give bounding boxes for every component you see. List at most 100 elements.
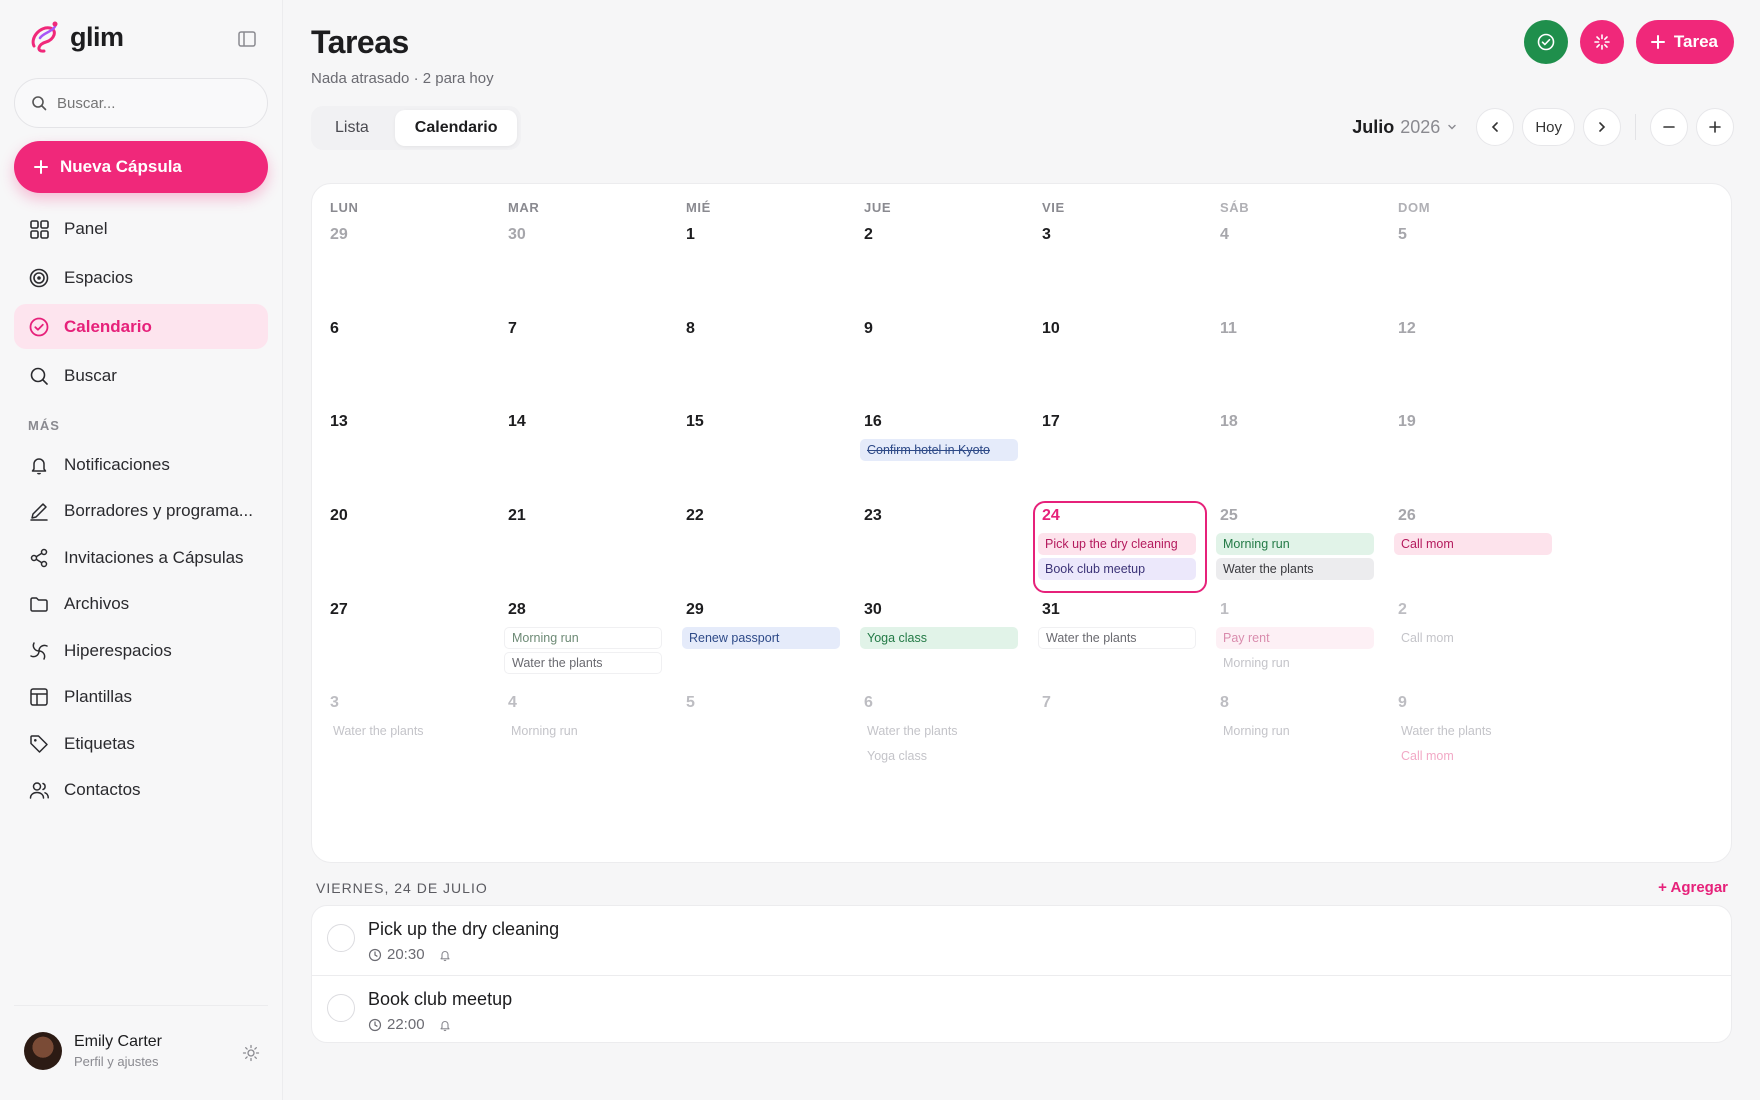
calendar-event[interactable]: Water the plants [326,720,484,742]
calendar-day-cell[interactable]: 19 [1380,405,1558,499]
calendar-day-cell[interactable]: 1 [668,218,846,312]
new-capsule-button[interactable]: Nueva Cápsula [14,141,268,193]
calendar-event[interactable]: Morning run [1216,720,1374,742]
month-selector[interactable]: Julio 2026 [1352,117,1458,138]
calendar-day-cell[interactable]: 4 Morning run [490,686,668,780]
sparkle-button[interactable] [1579,20,1624,64]
calendar-event[interactable]: Yoga class [860,627,1018,649]
calendar-event[interactable]: Water the plants [860,720,1018,742]
today-button[interactable]: Hoy [1522,108,1575,146]
calendar-event[interactable]: Water the plants [1216,557,1374,580]
tab-calendario[interactable]: Calendario [394,110,518,146]
calendar-event[interactable]: Confirm hotel in Kyoto [860,439,1018,461]
calendar-day-cell[interactable]: 9 [846,312,1024,406]
calendar-event[interactable]: Water the plants [1394,720,1552,742]
tab-lista[interactable]: Lista [315,110,389,146]
calendar-day-cell[interactable]: 23 [846,499,1024,593]
calendar-day-cell[interactable]: 25 Morning run Water the plants [1202,499,1380,593]
calendar-event[interactable]: Water the plants [1038,627,1196,649]
calendar-day-cell[interactable]: 13 [312,405,490,499]
agenda-task-row[interactable]: Book club meetup 22:00 [312,975,1731,1044]
calendar-day-cell[interactable]: 8 Morning run [1202,686,1380,780]
sidebar-item-etiquetas[interactable]: Etiquetas [14,722,268,765]
calendar-event[interactable]: Morning run [1216,533,1374,555]
calendar-day-cell[interactable]: 29 Renew passport [668,593,846,687]
complete-button[interactable] [1523,20,1568,64]
calendar-event[interactable]: Call mom [1394,627,1552,649]
task-checkbox[interactable] [327,994,355,1022]
calendar-day-cell[interactable]: 6 [312,312,490,406]
calendar-day-cell[interactable]: 30 Yoga class [846,593,1024,687]
profile-section[interactable]: Emily Carter Perfil y ajustes [14,1005,268,1095]
calendar-day-cell[interactable]: 12 [1380,312,1558,406]
sidebar-toggle-icon[interactable] [236,28,258,50]
sidebar-item-panel[interactable]: Panel [14,206,268,251]
calendar-day-cell[interactable]: 6 Water the plants Yoga class [846,686,1024,780]
zoom-in-button[interactable] [1696,108,1734,146]
search-box[interactable] [14,78,268,128]
sidebar-item-label: Notificaciones [64,454,170,474]
sidebar-item-contactos[interactable]: Contactos [14,769,268,812]
calendar-day-cell[interactable]: 28 Morning run Water the plants [490,593,668,687]
calendar-event[interactable]: Morning run [504,720,662,742]
next-month-button[interactable] [1583,108,1621,146]
sidebar-item-hiperespacios[interactable]: Hiperespacios [14,629,268,672]
avatar[interactable] [24,1031,62,1070]
calendar-day-cell[interactable]: 2 [846,218,1024,312]
calendar-event[interactable]: Renew passport [682,627,840,649]
task-checkbox[interactable] [327,924,355,952]
sidebar-item-notificaciones[interactable]: Notificaciones [14,443,268,486]
calendar-day-cell[interactable]: 20 [312,499,490,593]
calendar-day-cell[interactable]: 1 Pay rent Morning run [1202,593,1380,687]
calendar-day-cell[interactable]: 15 [668,405,846,499]
calendar-day-cell[interactable]: 18 [1202,405,1380,499]
prev-month-button[interactable] [1476,108,1515,146]
calendar-day-cell[interactable]: 5 [668,686,846,780]
calendar-event[interactable]: Morning run [504,627,662,649]
calendar-day-cell[interactable]: 31 Water the plants [1024,593,1202,687]
calendar-day-cell[interactable]: 27 [312,593,490,687]
sidebar-item-borradores-y-programa[interactable]: Borradores y programa... [14,490,268,533]
calendar-event[interactable]: Morning run [1216,652,1374,674]
day-number: 7 [508,320,517,337]
calendar-day-cell[interactable]: 2 Call mom [1380,593,1558,687]
sun-icon[interactable] [242,1044,260,1062]
agenda-task-row[interactable]: Pick up the dry cleaning 20:30 [312,906,1731,975]
calendar-day-cell[interactable]: 29 [312,218,490,312]
sidebar-item-espacios[interactable]: Espacios [14,255,268,300]
calendar-day-cell[interactable]: 14 [490,405,668,499]
search-input[interactable] [57,94,237,112]
sidebar-item-calendario[interactable]: Calendario [14,304,268,349]
calendar-day-cell[interactable]: 17 [1024,405,1202,499]
calendar-day-cell[interactable]: 21 [490,499,668,593]
add-task-link[interactable]: + Agregar [1658,879,1728,896]
calendar-day-cell[interactable]: 30 [490,218,668,312]
sidebar-item-plantillas[interactable]: Plantillas [14,676,268,719]
calendar-day-cell[interactable]: 16 Confirm hotel in Kyoto [846,405,1024,499]
sidebar-item-invitaciones-a-capsulas[interactable]: Invitaciones a Cápsulas [14,536,268,579]
calendar-day-cell[interactable]: 11 [1202,312,1380,406]
sidebar-item-buscar[interactable]: Buscar [14,353,268,398]
calendar-event[interactable]: Call mom [1394,533,1552,555]
calendar-day-cell[interactable]: 3 [1024,218,1202,312]
calendar-event[interactable]: Yoga class [860,745,1018,767]
calendar-day-cell[interactable]: 8 [668,312,846,406]
calendar-day-cell[interactable]: 4 [1202,218,1380,312]
bell-icon[interactable] [438,948,452,962]
calendar-day-cell[interactable]: 7 [490,312,668,406]
calendar-day-cell[interactable]: 7 [1024,686,1202,780]
calendar-day-cell[interactable]: 26 Call mom [1380,499,1558,593]
calendar-day-cell[interactable]: 22 [668,499,846,593]
calendar-day-cell[interactable]: 10 [1024,312,1202,406]
calendar-day-cell[interactable]: 9 Water the plants Call mom [1380,686,1558,780]
sidebar-item-archivos[interactable]: Archivos [14,583,268,626]
calendar-event[interactable]: Call mom [1394,745,1552,767]
calendar-day-cell[interactable]: 3 Water the plants [312,686,490,780]
brand[interactable]: glim [26,18,124,56]
add-task-button[interactable]: Tarea [1635,20,1734,64]
zoom-out-button[interactable] [1650,108,1688,146]
calendar-event[interactable]: Pay rent [1216,627,1374,649]
calendar-day-cell[interactable]: 5 [1380,218,1558,312]
bell-icon[interactable] [438,1018,452,1032]
calendar-event[interactable]: Water the plants [504,651,662,674]
